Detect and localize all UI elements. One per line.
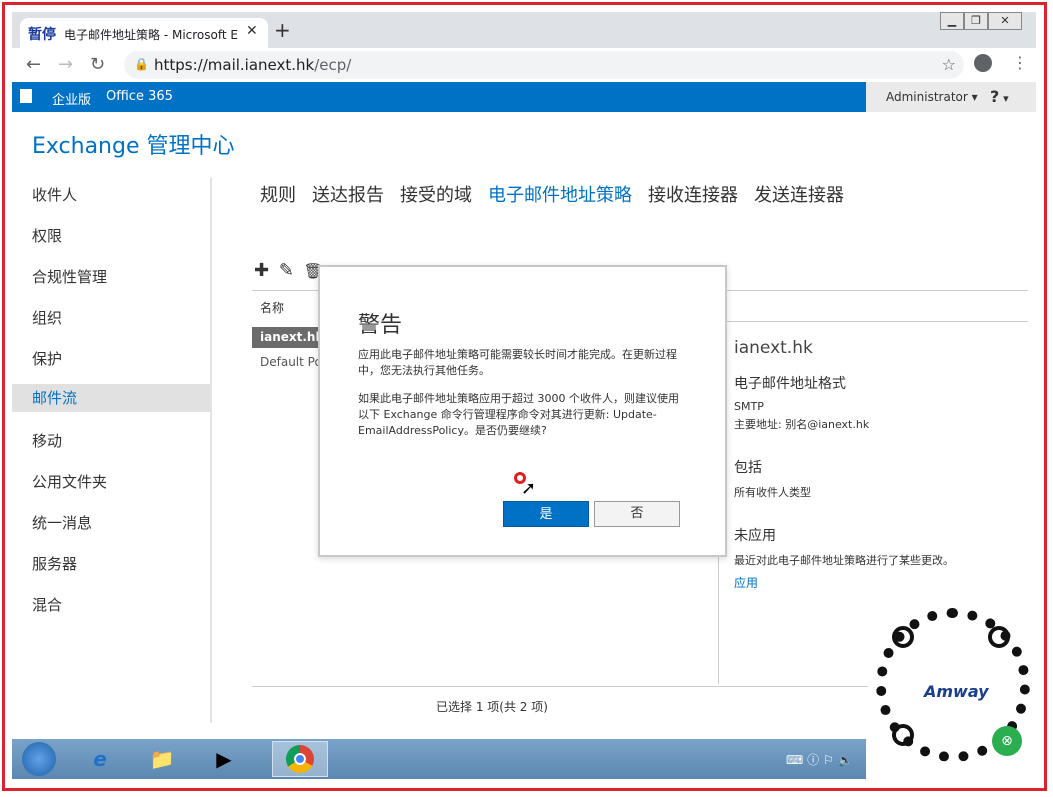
url-host: https://mail.ianext.hk — [154, 56, 315, 74]
volume-icon[interactable]: 🔈 — [838, 753, 853, 767]
chrome-taskbar-button[interactable] — [272, 741, 328, 777]
explorer-icon[interactable]: 📁 — [146, 744, 178, 774]
tab-delivery-reports[interactable]: 送达报告 — [312, 181, 384, 207]
media-player-icon[interactable]: ▶ — [208, 744, 240, 774]
new-tab-icon[interactable]: + — [274, 18, 291, 42]
details-divider — [718, 321, 1028, 322]
address-bar: ← → ↻ 🔒 https://mail.ianext.hk/ecp/ ☆ ⋮ — [12, 48, 1036, 83]
sidebar-item-organization[interactable]: 组织 — [32, 307, 62, 328]
mouse-cursor-icon: ➚ — [521, 478, 537, 499]
network-icon[interactable]: ⚐ — [823, 753, 834, 767]
add-icon[interactable]: ✚ — [254, 260, 269, 281]
tab-send-connectors[interactable]: 发送连接器 — [754, 181, 844, 207]
qr-eye — [988, 626, 1010, 648]
yes-button[interactable]: 是 — [503, 501, 589, 527]
tab-accepted-domains[interactable]: 接受的域 — [400, 181, 472, 207]
tab-title: 电子邮件地址策略 - Microsoft E — [64, 28, 238, 42]
sidebar-item-hybrid[interactable]: 混合 — [32, 594, 62, 615]
sidebar-item-mail-flow[interactable]: 邮件流 — [12, 384, 210, 412]
help-menu[interactable]: ? ▾ — [990, 87, 1009, 106]
footer-divider — [252, 686, 872, 687]
paused-badge: 暂停 — [28, 27, 56, 43]
sidebar-item-unified-messaging[interactable]: 统一消息 — [32, 512, 92, 533]
warning-dialog: 警告 应用此电子邮件地址策略可能需要较长时间才能完成。在更新过程中，您无法执行其… — [318, 265, 727, 557]
details-not-applied-heading: 未应用 — [734, 528, 776, 544]
system-tray: ⌨ ⓘ ⚐ 🔈 — [786, 751, 853, 768]
chrome-icon — [286, 745, 314, 773]
no-button[interactable]: 否 — [594, 501, 680, 527]
details-format-heading: 电子邮件地址格式 — [734, 376, 846, 392]
bookmark-star-icon[interactable]: ☆ — [942, 55, 956, 74]
edition-label: 企业版 — [52, 93, 92, 108]
table-row[interactable]: ianext.hk — [252, 327, 323, 348]
account-icon[interactable] — [974, 54, 992, 72]
help-tray-icon[interactable]: ⓘ — [807, 753, 819, 767]
sidebar: 收件人 权限 合规性管理 组织 保护 邮件流 移动 公用文件夹 统一消息 服务器… — [12, 178, 212, 723]
details-includes-heading: 包括 — [734, 460, 762, 476]
back-icon[interactable]: ← — [26, 54, 41, 75]
details-format-primary: 主要地址: 别名@ianext.hk — [734, 418, 870, 431]
office365-link[interactable]: Office 365 — [106, 89, 173, 104]
url-path: /ecp/ — [314, 56, 352, 74]
qr-code-image: Amway ⊗ — [868, 600, 1038, 779]
sidebar-item-servers[interactable]: 服务器 — [32, 553, 77, 574]
edit-icon[interactable]: ✎ — [279, 260, 294, 281]
reload-icon[interactable]: ↻ — [90, 54, 105, 75]
dialog-message-1: 应用此电子邮件地址策略可能需要较长时间才能完成。在更新过程中，您无法执行其他任务… — [358, 348, 677, 377]
lock-icon: 🔒 — [134, 57, 149, 71]
list-toolbar: ✚ ✎ 🗑 — [254, 260, 323, 281]
column-header-name[interactable]: 名称 — [260, 299, 284, 316]
dialog-title: 警告 — [358, 313, 403, 338]
office-logo-icon[interactable] — [20, 89, 32, 103]
wechat-icon: ⊗ — [992, 726, 1022, 756]
dialog-message-2: 如果此电子邮件地址策略应用于超过 3000 个收件人，则建议使用以下 Excha… — [358, 392, 679, 437]
forward-icon[interactable]: → — [58, 54, 73, 75]
browser-tab[interactable]: 暂停 电子邮件地址策略 - Microsoft E ✕ — [20, 18, 268, 48]
help-icon: ? — [990, 87, 1000, 106]
tab-rules[interactable]: 规则 — [260, 181, 296, 207]
apply-link[interactable]: 应用 — [734, 574, 758, 591]
minimize-icon[interactable]: ▁ — [940, 12, 964, 30]
sidebar-item-public-folders[interactable]: 公用文件夹 — [32, 471, 107, 492]
start-button[interactable] — [22, 742, 56, 776]
qr-eye — [892, 724, 914, 746]
menu-icon[interactable]: ⋮ — [1012, 53, 1028, 72]
chevron-down-icon: ▾ — [971, 90, 978, 104]
user-name: Administrator — [886, 90, 968, 104]
sidebar-item-compliance[interactable]: 合规性管理 — [32, 266, 107, 287]
url-input[interactable]: 🔒 https://mail.ianext.hk/ecp/ ☆ — [124, 51, 964, 79]
tab-receive-connectors[interactable]: 接收连接器 — [648, 181, 738, 207]
table-row[interactable]: Default Policy — [260, 355, 318, 369]
taskbar: e 📁 ▶ ⌨ ⓘ ⚐ 🔈 — [12, 739, 866, 779]
ie-icon[interactable]: e — [84, 744, 116, 774]
details-format-type: SMTP — [734, 400, 764, 413]
user-menu[interactable]: Administrator ▾ — [886, 90, 978, 104]
sidebar-item-recipients[interactable]: 收件人 — [32, 184, 77, 205]
sidebar-item-permissions[interactable]: 权限 — [32, 225, 62, 246]
sidebar-item-protection[interactable]: 保护 — [32, 348, 62, 369]
page-title: Exchange 管理中心 — [32, 134, 235, 159]
details-includes-value: 所有收件人类型 — [734, 486, 811, 499]
chevron-down-icon: ▾ — [999, 92, 1009, 105]
window-close-icon[interactable]: ✕ — [988, 12, 1022, 30]
browser-tab-bar: 暂停 电子邮件地址策略 - Microsoft E ✕ + ▁ ❐ ✕ — [12, 12, 1036, 48]
amway-logo: Amway — [924, 682, 989, 701]
details-title: ianext.hk — [734, 338, 813, 358]
tab-email-address-policies[interactable]: 电子邮件地址策略 — [488, 181, 632, 207]
sidebar-item-mobile[interactable]: 移动 — [32, 430, 62, 451]
maximize-icon[interactable]: ❐ — [964, 12, 988, 30]
keyboard-icon[interactable]: ⌨ — [786, 753, 803, 767]
selection-status: 已选择 1 项(共 2 项) — [436, 700, 548, 714]
qr-eye — [892, 626, 914, 648]
user-area: Administrator ▾ ? ▾ — [866, 82, 1036, 112]
close-icon[interactable]: ✕ — [246, 23, 258, 39]
o365-bar: 企业版 Office 365 — [12, 82, 866, 112]
details-not-applied-text: 最近对此电子邮件地址策略进行了某些更改。 — [734, 554, 954, 567]
